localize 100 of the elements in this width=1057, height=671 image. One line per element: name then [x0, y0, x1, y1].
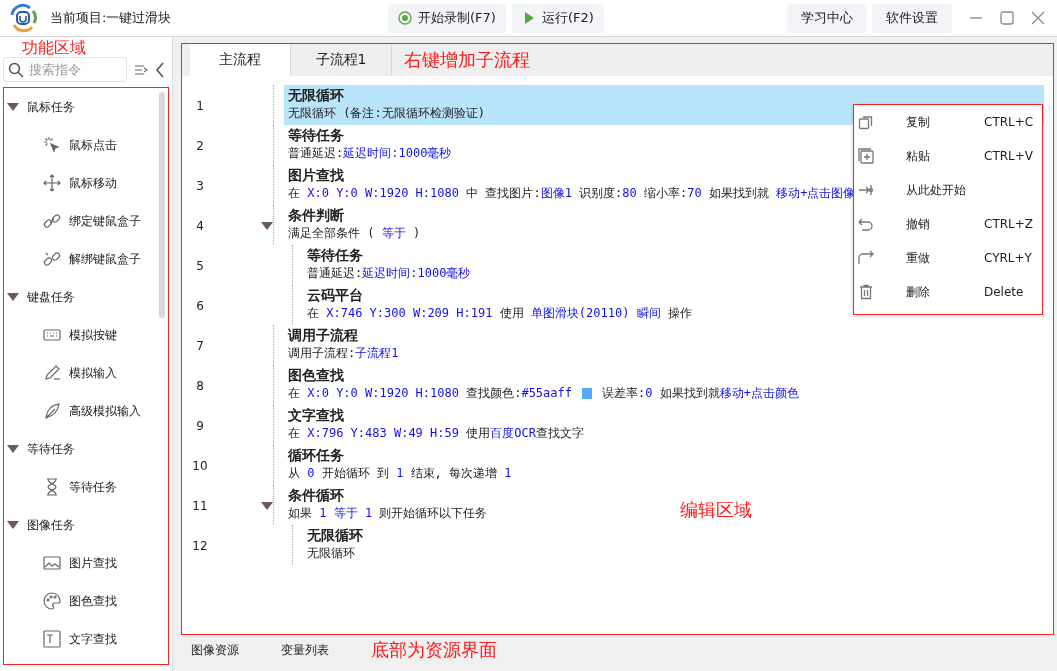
task-row[interactable]: 无限循环 无限循环 — [303, 525, 367, 565]
task-title: 云码平台 — [307, 286, 363, 305]
task-description: 在 X:796 Y:483 W:49 H:59 使用百度OCR查找文字 — [288, 425, 584, 441]
task-title: 图色查找 — [288, 366, 344, 385]
arrow-to-point-icon — [858, 182, 874, 198]
task-description: 无限循环 — [307, 545, 355, 561]
menu-item[interactable]: 重做 CYRL+Y — [854, 241, 1042, 275]
task-title: 条件判断 — [288, 206, 344, 225]
header-button[interactable]: 软件设置 — [872, 3, 952, 33]
triangle-icon[interactable] — [7, 103, 19, 111]
line-number: 9 — [195, 418, 205, 435]
cursor-click-icon — [43, 136, 61, 154]
task-description: 在 X:746 Y:300 W:209 H:191 使用 单图滑块(20110) 瞬间 操作 — [307, 305, 692, 321]
line-number: 1 — [195, 98, 205, 115]
task-title: 图片查找 — [288, 166, 344, 185]
link-icon — [43, 212, 61, 230]
task-row[interactable]: 等待任务 普通延迟:延迟时间:1000毫秒 — [284, 125, 456, 165]
command-item[interactable]: 解绑键鼠盒子 — [69, 250, 141, 268]
task-row[interactable]: 文字查找 在 X:796 Y:483 W:49 H:59 使用百度OCR查找文字 — [284, 405, 588, 445]
triangle-icon[interactable] — [7, 293, 19, 301]
triangle-icon[interactable] — [7, 445, 19, 453]
flow-tab[interactable]: 子流程1 — [291, 44, 392, 76]
scrollbar[interactable] — [159, 92, 165, 318]
command-item[interactable]: 文字查找 — [69, 630, 117, 648]
resource-tab[interactable]: 图像资源 — [191, 641, 281, 659]
task-description: 满足全部条件 ( 等于 ) — [288, 225, 421, 241]
task-row[interactable]: 等待任务 普通延迟:延迟时间:1000毫秒 — [303, 245, 475, 285]
broken-link-icon — [43, 250, 61, 268]
line-number: 5 — [195, 258, 205, 275]
annotation-label: 功能区域 — [22, 40, 86, 56]
keyboard-icon — [43, 326, 61, 344]
redo-icon — [858, 250, 874, 266]
task-row[interactable]: 循环任务 从 0 开始循环 到 1 结束, 每次递增 1 — [284, 445, 516, 485]
task-description: 在 X:0 Y:0 W:1920 H:1080 中 查找图片:图像1 识别度:80 缩小率:70 如果找到就 移动+点击图像 — [288, 185, 856, 201]
command-item[interactable]: 鼠标移动 — [69, 174, 117, 192]
pen-icon — [43, 364, 61, 382]
annotation-label: 底部为资源界面 — [371, 638, 497, 662]
command-item[interactable]: 鼠标点击 — [69, 136, 117, 154]
task-description: 普通延迟:延迟时间:1000毫秒 — [288, 145, 452, 161]
task-title: 等待任务 — [288, 126, 344, 145]
trash-icon — [858, 284, 874, 300]
task-description: 如果 1 等于 1 则开始循环以下任务 — [288, 505, 488, 521]
line-number: 2 — [195, 138, 205, 155]
undo-icon — [858, 216, 874, 232]
triangle-icon[interactable] — [261, 222, 273, 230]
chevron-left-icon[interactable] — [155, 61, 165, 78]
command-item[interactable]: 模拟按键 — [69, 326, 117, 344]
command-item[interactable]: 绑定键鼠盒子 — [69, 212, 141, 230]
search-icon — [8, 62, 24, 78]
flow-tab[interactable]: 主流程 — [190, 44, 291, 76]
line-number: 8 — [195, 378, 205, 395]
paste-icon — [858, 148, 874, 164]
line-number: 12 — [191, 538, 209, 555]
command-item[interactable]: 模拟输入 — [69, 364, 117, 382]
task-description: 从 0 开始循环 到 1 结束, 每次递增 1 — [288, 465, 512, 481]
project-title: 当前项目:一键过滑块 — [50, 9, 173, 27]
image-icon — [43, 554, 61, 572]
line-number: 3 — [195, 178, 205, 195]
close-icon[interactable] — [1031, 11, 1045, 25]
copy-icon — [858, 114, 874, 130]
maximize-icon[interactable] — [1000, 11, 1014, 25]
command-item[interactable]: 等待任务 — [69, 478, 117, 496]
task-title: 无限循环 — [288, 86, 344, 105]
triangle-icon[interactable] — [261, 502, 273, 510]
toolbar-button[interactable]: 开始录制(F7) — [388, 3, 506, 33]
task-title: 无限循环 — [307, 526, 363, 545]
menu-item[interactable]: 删除 Delete — [854, 275, 1042, 309]
cursor-move-icon — [43, 174, 61, 192]
resource-tab[interactable]: 变量列表 — [281, 641, 371, 659]
toolbar-button[interactable]: 运行(F2) — [511, 3, 604, 33]
menu-item[interactable]: 从此处开始 — [854, 173, 1042, 207]
category-header[interactable]: 鼠标任务 — [27, 98, 75, 116]
header-button[interactable]: 学习中心 — [787, 3, 867, 33]
task-description: 误差率:0 如果找到就移动+点击颜色 — [602, 385, 799, 401]
line-number: 11 — [191, 498, 209, 515]
palette-icon — [43, 592, 61, 610]
category-header[interactable]: 键盘任务 — [27, 288, 75, 306]
category-header[interactable]: 图像任务 — [27, 516, 75, 534]
command-item[interactable]: 图片查找 — [69, 554, 117, 572]
task-description: 无限循环 (备注:无限循环检测验证) — [288, 105, 485, 121]
command-item[interactable]: 图色查找 — [69, 592, 117, 610]
task-title: 循环任务 — [288, 446, 344, 465]
app-logo-icon — [8, 3, 38, 33]
command-item[interactable]: 高级模拟输入 — [69, 402, 141, 420]
task-row[interactable]: 图色查找 在 X:0 Y:0 W:1920 H:1080 查找颜色:#55aaff 误差率:0 如果找到就移动+点击颜色 — [284, 365, 803, 405]
collapse-list-icon[interactable] — [134, 63, 148, 76]
task-row[interactable]: 调用子流程 调用子流程:子流程1 — [284, 325, 403, 365]
triangle-icon[interactable] — [7, 521, 19, 529]
menu-item[interactable]: 撤销 CTRL+Z — [854, 207, 1042, 241]
category-header[interactable]: 等待任务 — [27, 440, 75, 458]
feather-icon — [43, 402, 61, 420]
task-row[interactable]: 条件循环 如果 1 等于 1 则开始循环以下任务 — [284, 485, 492, 525]
task-description: 调用子流程:子流程1 — [288, 345, 399, 361]
line-number: 7 — [195, 338, 205, 355]
search-field[interactable]: 搜索指令 — [3, 57, 127, 82]
task-title: 条件循环 — [288, 486, 344, 505]
line-number: 10 — [191, 458, 209, 475]
task-row[interactable]: 条件判断 满足全部条件 ( 等于 ) — [284, 205, 425, 245]
task-row[interactable]: 云码平台 在 X:746 Y:300 W:209 H:191 使用 单图滑块(20110) 瞬间 操作 — [303, 285, 696, 325]
menu-item[interactable]: 粘贴 CTRL+V — [854, 139, 1042, 173]
